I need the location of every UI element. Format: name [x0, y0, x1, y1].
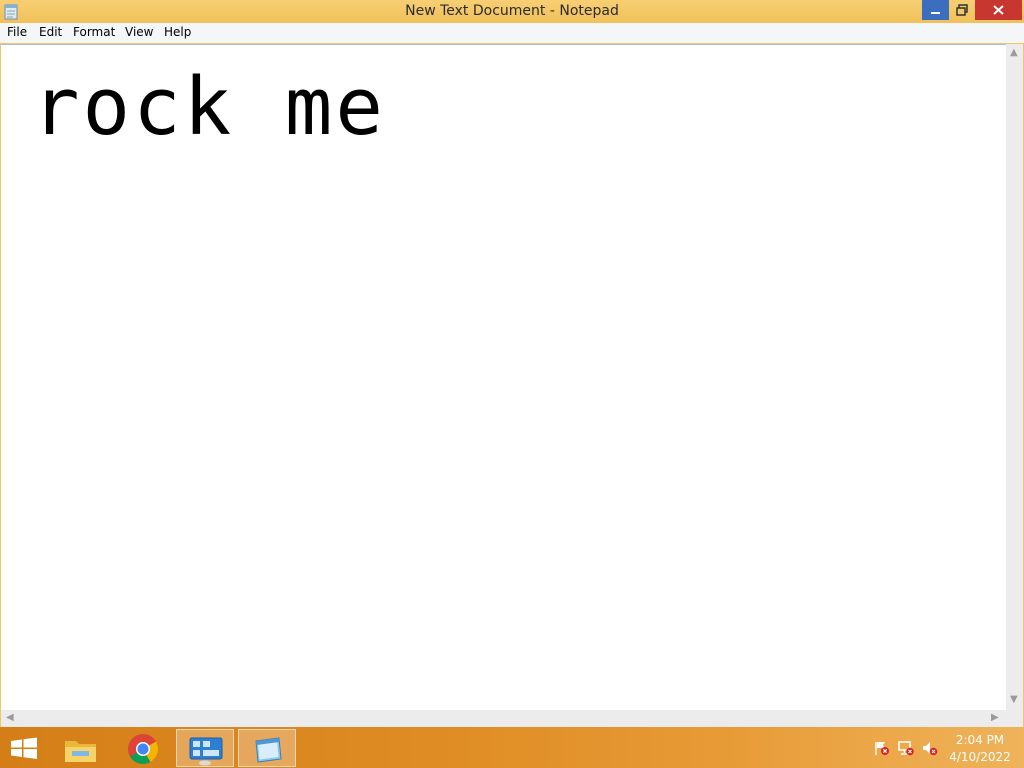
- scroll-right-icon[interactable]: ▶: [991, 712, 999, 723]
- vertical-scrollbar[interactable]: ▲ ▼: [1006, 44, 1023, 710]
- menu-bar: File Edit Format View Help: [0, 23, 1024, 43]
- taskbar-notepad[interactable]: [238, 729, 296, 767]
- document-text[interactable]: rock me: [32, 57, 386, 157]
- text-editor[interactable]: rock me: [1, 44, 1006, 710]
- scroll-down-icon[interactable]: ▼: [1010, 694, 1018, 705]
- scroll-left-icon[interactable]: ◀: [6, 712, 14, 723]
- volume-muted-icon[interactable]: [921, 740, 938, 756]
- network-icon[interactable]: [897, 740, 914, 756]
- clock-time[interactable]: 2:04 PM: [945, 733, 1015, 747]
- minimize-icon: [931, 12, 940, 14]
- file-explorer-icon: [65, 741, 96, 762]
- menu-view[interactable]: View: [125, 25, 153, 39]
- taskbar-file-explorer[interactable]: [52, 729, 110, 767]
- menu-help[interactable]: Help: [164, 25, 191, 39]
- action-center-flag-icon[interactable]: [873, 740, 890, 756]
- menu-file[interactable]: File: [7, 25, 27, 39]
- menu-format[interactable]: Format: [73, 25, 115, 39]
- minimize-button[interactable]: [922, 0, 949, 20]
- chrome-icon: [128, 734, 159, 765]
- restore-button[interactable]: [949, 0, 975, 20]
- window-title: New Text Document - Notepad: [405, 3, 619, 19]
- scrollbar-corner: [1006, 710, 1023, 727]
- taskbar-control-panel[interactable]: [176, 729, 234, 767]
- taskbar-chrome[interactable]: [114, 729, 172, 767]
- windows-start-icon: [11, 737, 37, 759]
- control-panel-icon: [189, 737, 223, 766]
- menu-edit[interactable]: Edit: [39, 25, 62, 39]
- taskbar: 2:04 PM 4/10/2022: [0, 727, 1024, 768]
- clock-date[interactable]: 4/10/2022: [945, 750, 1015, 764]
- scroll-up-icon[interactable]: ▲: [1010, 47, 1018, 58]
- restore-icon: [956, 4, 968, 16]
- close-button[interactable]: [975, 0, 1022, 20]
- editor-frame: rock me ▲ ▼ ◀ ▶: [0, 43, 1024, 727]
- title-bar[interactable]: New Text Document - Notepad: [0, 0, 1024, 23]
- notepad-icon: [255, 737, 282, 763]
- close-icon: [993, 5, 1004, 15]
- start-button[interactable]: [0, 729, 58, 767]
- horizontal-scrollbar[interactable]: ◀ ▶: [1, 710, 1006, 727]
